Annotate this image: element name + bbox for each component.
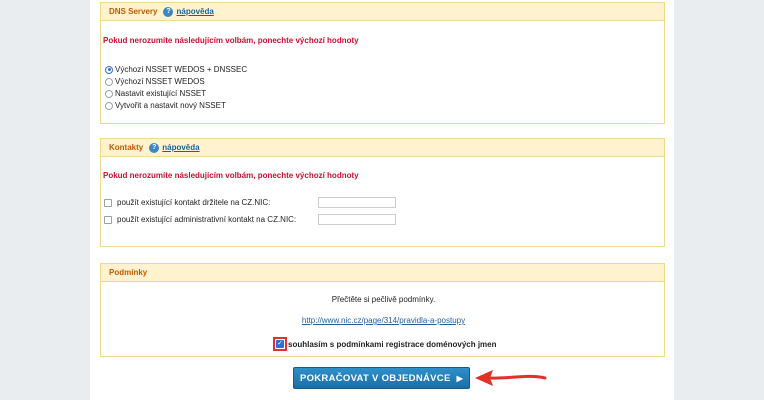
- contacts-warning: Pokud nerozumíte následujícím volbám, po…: [103, 171, 359, 180]
- continue-order-button[interactable]: POKRAČOVAT V OBJEDNÁVCE ▶: [293, 367, 470, 389]
- terms-agree-label: souhlasím s podmínkami registrace doméno…: [288, 339, 497, 349]
- terms-read-text: Přečtěte si pečlivě podmínky.: [331, 295, 436, 304]
- radio-button[interactable]: [105, 89, 113, 98]
- dns-option-1[interactable]: Výchozí NSSET WEDOS + DNSSEC: [105, 65, 247, 74]
- holder-contact-option[interactable]: použít existující kontakt držitele na CZ…: [104, 198, 270, 207]
- admin-contact-input[interactable]: [318, 214, 396, 225]
- radio-button-selected[interactable]: [105, 65, 113, 74]
- terms-section-title: Podmínky: [109, 268, 148, 277]
- admin-contact-label: použít existující administrativní kontak…: [117, 215, 297, 224]
- dns-help-link[interactable]: nápověda: [176, 7, 213, 16]
- radio-button[interactable]: [105, 101, 113, 110]
- red-pointer-arrow-icon: [475, 370, 547, 386]
- dns-option-4[interactable]: Vytvořit a nastavit nový NSSET: [105, 101, 226, 110]
- terms-link[interactable]: http://www.nic.cz/page/314/pravidla-a-po…: [302, 316, 465, 325]
- terms-section: Podmínky Přečtěte si pečlivě podmínky. h…: [100, 263, 665, 357]
- holder-contact-checkbox[interactable]: [104, 198, 112, 207]
- terms-agree-option[interactable]: ✓ souhlasím s podmínkami registrace domé…: [273, 337, 497, 351]
- terms-agree-highlight: ✓: [273, 337, 287, 351]
- play-arrow-icon: ▶: [456, 373, 464, 383]
- admin-contact-option[interactable]: použít existující administrativní kontak…: [104, 215, 296, 224]
- contacts-help-link[interactable]: nápověda: [162, 143, 199, 152]
- contacts-help[interactable]: ? nápověda: [149, 142, 200, 153]
- contacts-section: Kontakty ? nápověda Pokud nerozumíte nás…: [100, 138, 665, 247]
- dns-option-label: Nastavit existující NSSET: [115, 89, 207, 98]
- holder-contact-label: použít existující kontakt držitele na CZ…: [117, 198, 271, 207]
- help-icon: ?: [149, 142, 160, 153]
- dns-warning: Pokud nerozumíte následujícím volbám, po…: [103, 36, 359, 45]
- terms-section-header: Podmínky: [101, 264, 664, 282]
- dns-section-title: DNS Servery: [109, 7, 158, 16]
- terms-agree-checkbox[interactable]: ✓: [276, 340, 284, 348]
- dns-section-header: DNS Servery ? nápověda: [101, 3, 664, 21]
- terms-link-row: http://www.nic.cz/page/314/pravidla-a-po…: [101, 316, 666, 325]
- admin-contact-checkbox[interactable]: [104, 215, 112, 224]
- dns-option-label: Výchozí NSSET WEDOS: [115, 77, 205, 86]
- dns-section: DNS Servery ? nápověda Pokud nerozumíte …: [100, 2, 665, 124]
- dns-help[interactable]: ? nápověda: [163, 6, 214, 17]
- contacts-section-header: Kontakty ? nápověda: [101, 139, 664, 157]
- help-icon: ?: [163, 6, 174, 17]
- dns-option-2[interactable]: Výchozí NSSET WEDOS: [105, 77, 205, 86]
- contacts-section-title: Kontakty: [109, 143, 144, 152]
- holder-contact-input[interactable]: [318, 197, 396, 208]
- dns-option-3[interactable]: Nastavit existující NSSET: [105, 89, 206, 98]
- dns-option-label: Výchozí NSSET WEDOS + DNSSEC: [115, 65, 248, 74]
- radio-button[interactable]: [105, 77, 113, 86]
- continue-order-label: POKRAČOVAT V OBJEDNÁVCE: [299, 372, 451, 384]
- dns-option-label: Vytvořit a nastavit nový NSSET: [115, 101, 226, 110]
